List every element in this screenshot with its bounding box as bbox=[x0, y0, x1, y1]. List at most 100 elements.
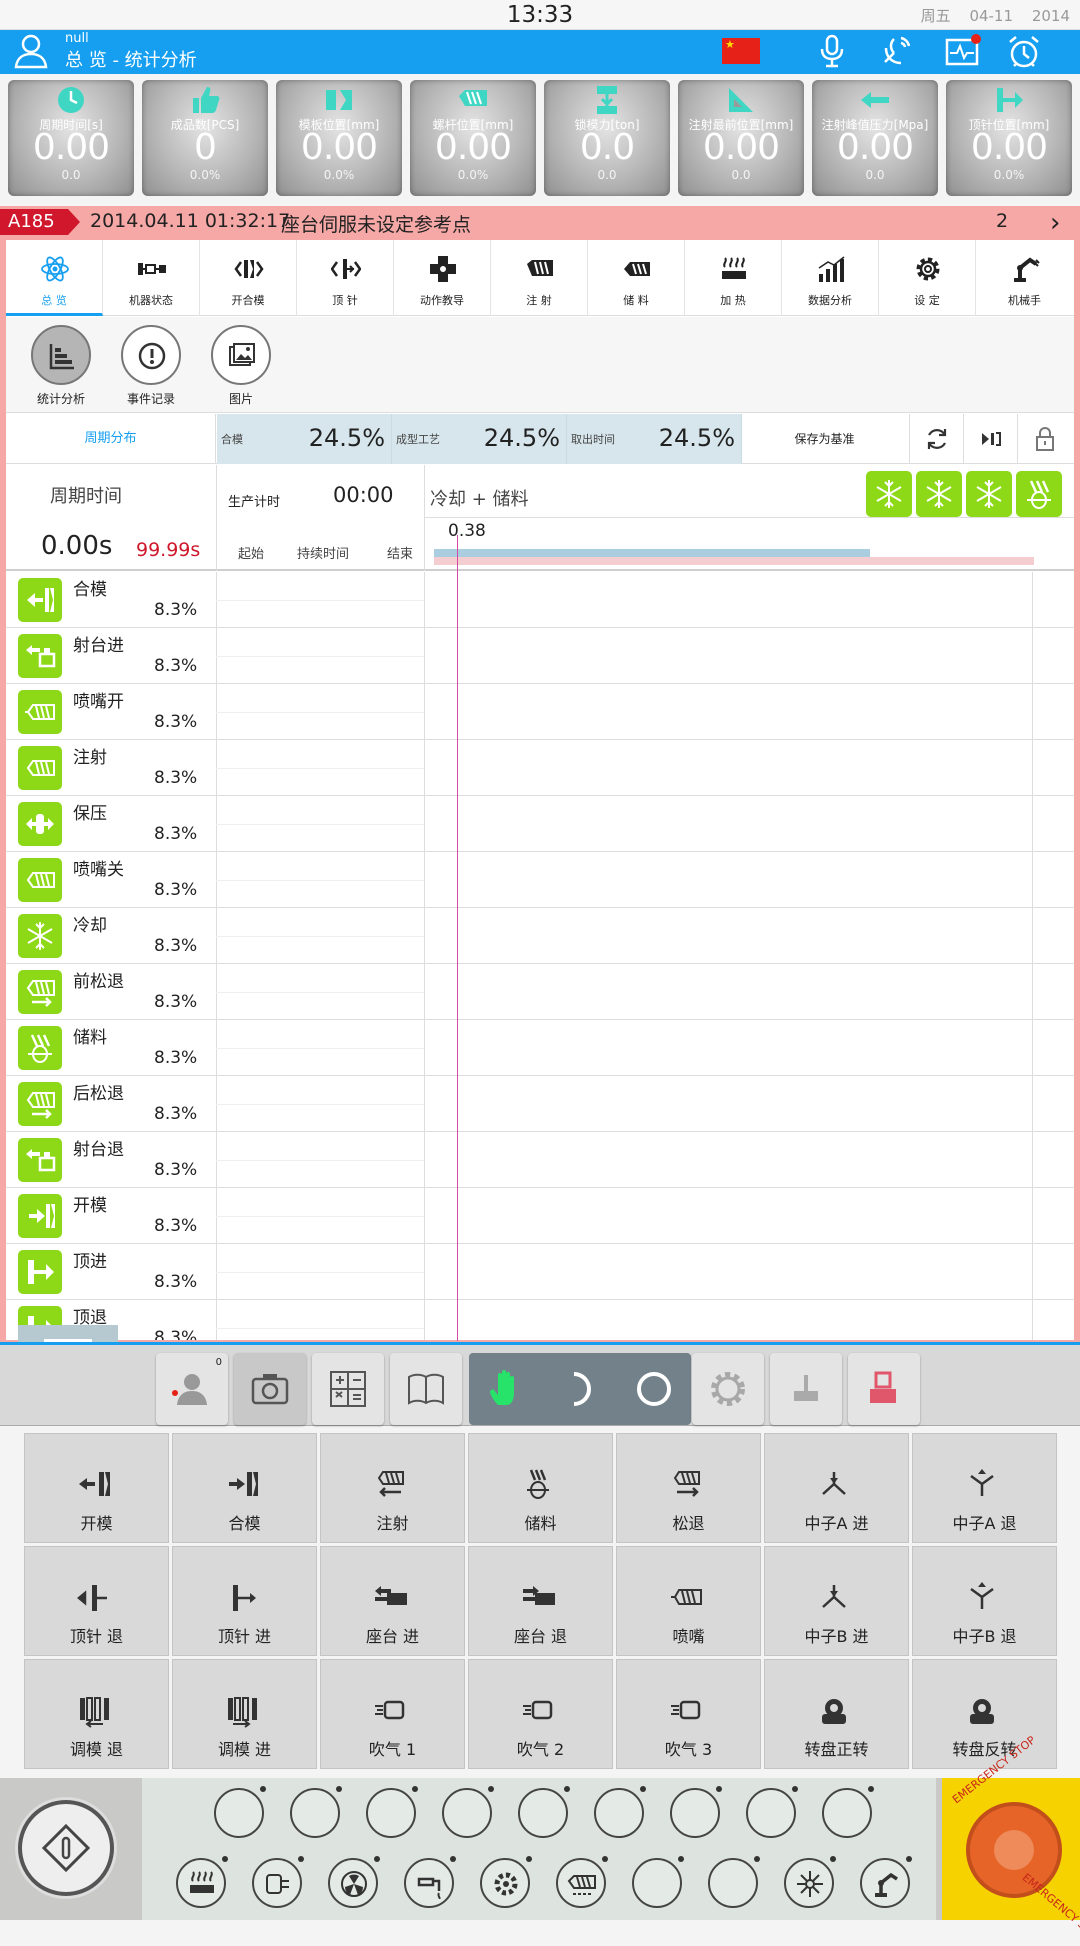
indicator-lamp[interactable] bbox=[632, 1856, 684, 1908]
water-button[interactable] bbox=[404, 1856, 456, 1908]
op-button-core-a-in[interactable]: 中子A 进 bbox=[764, 1433, 909, 1543]
microphone-icon[interactable] bbox=[818, 34, 846, 68]
op-button-air-blow-1[interactable]: 吹气 1 bbox=[320, 1659, 465, 1769]
op-button-air-blow-2[interactable]: 吹气 2 bbox=[468, 1659, 613, 1769]
nav-robot[interactable]: 机械手 bbox=[976, 240, 1073, 316]
gauge-screw-position[interactable]: 螺杆位置[mm] 0.00 0.0% bbox=[410, 80, 536, 196]
gauge-injection-front[interactable]: 注射最前位置[mm] 0.00 0.0 bbox=[678, 80, 804, 196]
nav-machine-status[interactable]: 机器状态 bbox=[103, 240, 200, 316]
indicator-lamp[interactable] bbox=[594, 1786, 646, 1838]
indicator-lamp[interactable] bbox=[670, 1786, 722, 1838]
gauge-platen-position[interactable]: 模板位置[mm] 0.00 0.0% bbox=[276, 80, 402, 196]
step-row[interactable]: 喷嘴开 8.3% bbox=[6, 684, 1074, 740]
indicator-lamp[interactable] bbox=[290, 1786, 342, 1838]
gauge-clamp-force[interactable]: 锁模力[ton] 0.0 0.0 bbox=[544, 80, 670, 196]
auto-mode-button[interactable] bbox=[617, 1353, 691, 1425]
motor-button[interactable] bbox=[692, 1353, 764, 1425]
op-button-carriage-back[interactable]: 座台 退 bbox=[468, 1546, 613, 1656]
nav-data-analysis[interactable]: 数据分析 bbox=[782, 240, 879, 316]
op-button-mold-adjust-forward[interactable]: 调模 进 bbox=[172, 1659, 317, 1769]
manual-mode-button[interactable] bbox=[469, 1353, 543, 1425]
charge-button[interactable] bbox=[1016, 471, 1062, 517]
step-row[interactable]: 注射 8.3% bbox=[6, 740, 1074, 796]
radiation-button[interactable] bbox=[328, 1856, 380, 1908]
nav-teach[interactable]: 动作教导 bbox=[394, 240, 491, 316]
op-button-suckback[interactable]: 松退 bbox=[616, 1433, 761, 1543]
nav-settings[interactable]: 设 定 bbox=[879, 240, 976, 316]
indicator-lamp[interactable] bbox=[708, 1856, 760, 1908]
calculator-button[interactable] bbox=[312, 1353, 384, 1425]
camera-button[interactable] bbox=[234, 1353, 306, 1425]
save-as-baseline-button[interactable]: 保存为基准 bbox=[740, 414, 910, 464]
op-button-core-b-out[interactable]: 中子B 退 bbox=[912, 1546, 1057, 1656]
cooling-button-2[interactable] bbox=[916, 471, 962, 517]
nav-overview[interactable]: 总 览 bbox=[6, 240, 103, 316]
op-button-injection[interactable]: 注射 bbox=[320, 1433, 465, 1543]
gear-button[interactable] bbox=[480, 1856, 532, 1908]
op-button-ejector-back[interactable]: 顶针 退 bbox=[24, 1546, 169, 1656]
step-row[interactable]: 射台退 8.3% bbox=[6, 1132, 1074, 1188]
op-button-air-blow-3[interactable]: 吹气 3 bbox=[616, 1659, 761, 1769]
op-button-ejector-forward[interactable]: 顶针 进 bbox=[172, 1546, 317, 1656]
gauge-cycle-time[interactable]: 周期时间[s] 0.00 0.0 bbox=[8, 80, 134, 196]
nav-heating[interactable]: 加 热 bbox=[685, 240, 782, 316]
refresh-button[interactable] bbox=[910, 414, 964, 464]
nav-charge[interactable]: 储 料 bbox=[588, 240, 685, 316]
mold-button[interactable] bbox=[252, 1856, 304, 1908]
indicator-lamp[interactable] bbox=[822, 1786, 874, 1838]
satellite-icon[interactable] bbox=[882, 34, 914, 68]
step-row[interactable]: 前松退 8.3% bbox=[6, 964, 1074, 1020]
step-row[interactable]: 后松退 8.3% bbox=[6, 1076, 1074, 1132]
op-button-mold-adjust-back[interactable]: 调模 退 bbox=[24, 1659, 169, 1769]
indicator-lamp[interactable] bbox=[746, 1786, 798, 1838]
indicator-lamp[interactable] bbox=[366, 1786, 418, 1838]
home-button[interactable] bbox=[18, 1800, 114, 1896]
op-button-carriage-forward[interactable]: 座台 进 bbox=[320, 1546, 465, 1656]
emergency-stop[interactable]: EMERGENCY STOP EMERGENCY STOP bbox=[942, 1734, 1080, 1946]
nav-ejector[interactable]: 顶 针 bbox=[297, 240, 394, 316]
step-row[interactable]: 冷却 8.3% bbox=[6, 908, 1074, 964]
nav-injection[interactable]: 注 射 bbox=[491, 240, 588, 316]
gauge-injection-peak-pressure[interactable]: 注射峰值压力[Mpa] 0.00 0.0 bbox=[812, 80, 938, 196]
compare-button[interactable] bbox=[964, 414, 1018, 464]
step-row[interactable]: 喷嘴关 8.3% bbox=[6, 852, 1074, 908]
china-flag-icon[interactable]: ★ bbox=[722, 38, 760, 64]
step-row[interactable]: 顶进 8.3% bbox=[6, 1244, 1074, 1300]
step-row[interactable]: 合模 8.3% bbox=[6, 572, 1074, 628]
robot-button[interactable] bbox=[860, 1856, 912, 1908]
manual-button[interactable] bbox=[390, 1353, 462, 1425]
op-button-charge[interactable]: 储料 bbox=[468, 1433, 613, 1543]
indicator-lamp[interactable] bbox=[442, 1786, 494, 1838]
op-button-mold-close[interactable]: 合模 bbox=[172, 1433, 317, 1543]
step-row[interactable]: 顶退 8.3% bbox=[6, 1300, 1074, 1340]
monitor-pulse-icon[interactable] bbox=[944, 34, 982, 68]
step-row[interactable]: 储料 8.3% bbox=[6, 1020, 1074, 1076]
alarm-bar[interactable]: A185 2014.04.11 01:32:17 座台伺服未设定参考点 2 › bbox=[0, 206, 1080, 238]
emergency-stop-button[interactable] bbox=[966, 1802, 1062, 1898]
user-icon[interactable] bbox=[13, 33, 49, 69]
indicator-lamp[interactable] bbox=[518, 1786, 570, 1838]
gauge-product-count[interactable]: 成品数[PCS] 0 0.0% bbox=[142, 80, 268, 196]
heating-button[interactable] bbox=[176, 1856, 228, 1908]
subnav-images[interactable]: 图片 bbox=[196, 325, 286, 407]
op-button-core-b-in[interactable]: 中子B 进 bbox=[764, 1546, 909, 1656]
op-button-turntable-ccw[interactable]: 转盘反转 bbox=[912, 1659, 1057, 1769]
op-button-turntable-cw[interactable]: 转盘正转 bbox=[764, 1659, 909, 1769]
cooling-button-1[interactable] bbox=[866, 471, 912, 517]
alarm-clock-icon[interactable] bbox=[1006, 34, 1042, 70]
alarm-next-button[interactable]: › bbox=[1050, 208, 1060, 238]
light-button[interactable] bbox=[784, 1856, 836, 1908]
step-row[interactable]: 射台进 8.3% bbox=[6, 628, 1074, 684]
heater-button[interactable] bbox=[770, 1353, 842, 1425]
user-login-button[interactable]: 0 bbox=[156, 1353, 228, 1425]
indicator-lamp[interactable] bbox=[214, 1786, 266, 1838]
step-row[interactable]: 开模 8.3% bbox=[6, 1188, 1074, 1244]
cooling-button-3[interactable] bbox=[966, 471, 1012, 517]
subnav-event-log[interactable]: 事件记录 bbox=[106, 325, 196, 407]
op-button-nozzle[interactable]: 喷嘴 bbox=[616, 1546, 761, 1656]
semi-auto-mode-button[interactable] bbox=[543, 1353, 617, 1425]
lock-button[interactable] bbox=[1018, 414, 1072, 464]
nav-mold[interactable]: 开合模 bbox=[200, 240, 297, 316]
step-row[interactable]: 保压 8.3% bbox=[6, 796, 1074, 852]
tab-cycle-distribution[interactable]: 周期分布 bbox=[6, 414, 216, 464]
